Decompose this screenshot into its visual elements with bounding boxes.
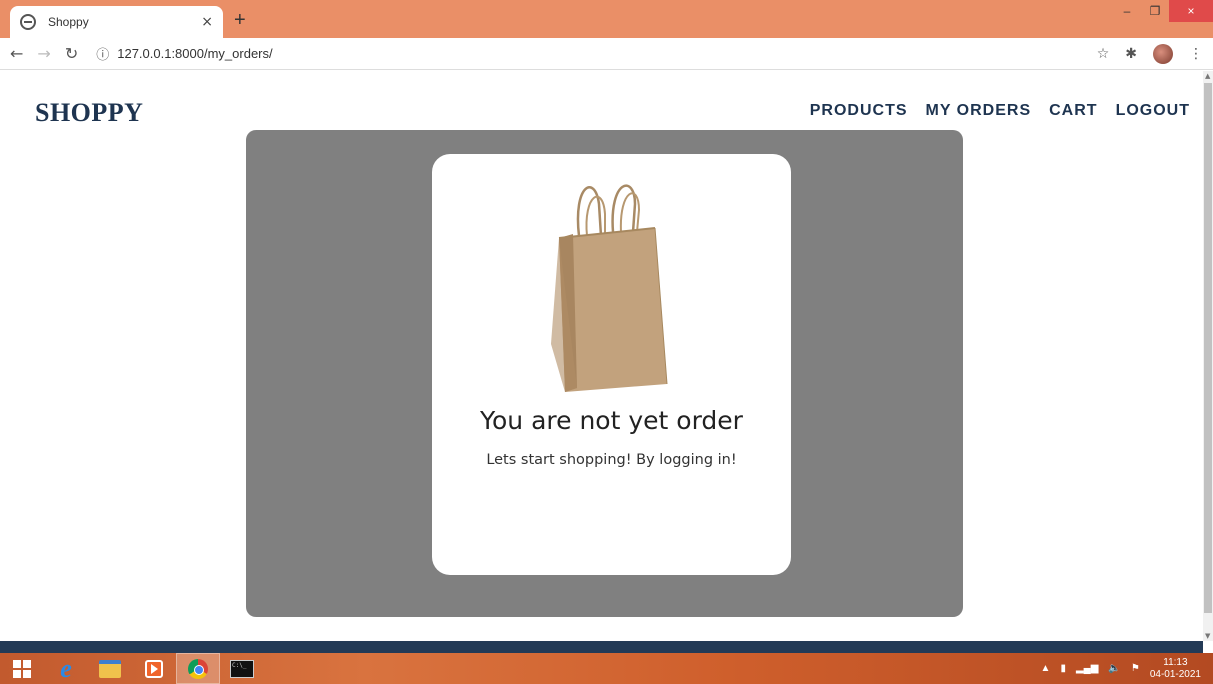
window-close-button[interactable]: × [1169,0,1213,22]
taskbar-media-player[interactable] [132,653,176,684]
start-button[interactable] [0,653,44,684]
tab-close-icon[interactable]: × [201,14,213,30]
nav-cart[interactable]: CART [1049,102,1097,120]
page-content: SHOPPY PRODUCTS MY ORDERS CART LOGOUT Yo… [0,71,1203,641]
scroll-up-icon[interactable]: ▲ [1205,73,1211,80]
scroll-down-icon[interactable]: ▼ [1205,633,1211,640]
nav-products[interactable]: PRODUCTS [810,102,908,120]
browser-toolbar: ← → ↻ ⓘ 127.0.0.1:8000/my_orders/ ☆ ✱ ⋮ [0,38,1213,70]
network-signal-icon[interactable]: ▂▄▆ [1076,663,1098,674]
volume-icon[interactable]: 🔈 [1108,663,1120,674]
media-player-icon [145,659,163,678]
os-taskbar: e C:\_ ▲ ▮ ▂▄▆ 🔈 ⚑ 11:13 04-01-2021 [0,653,1213,684]
profile-avatar[interactable] [1153,43,1173,64]
new-tab-button[interactable]: + [234,9,246,32]
clock-date: 04-01-2021 [1149,668,1201,680]
site-nav: PRODUCTS MY ORDERS CART LOGOUT [810,102,1190,120]
taskbar-internet-explorer[interactable]: e [44,653,88,684]
tray-expand-icon[interactable]: ▲ [1041,663,1051,674]
globe-icon [20,14,36,30]
command-prompt-icon: C:\_ [230,659,254,678]
system-tray: ▲ ▮ ▂▄▆ 🔈 ⚑ 11:13 04-01-2021 [1041,657,1213,681]
taskbar-clock[interactable]: 11:13 04-01-2021 [1150,657,1201,681]
info-icon[interactable]: ⓘ [96,44,109,63]
reload-icon[interactable]: ↻ [65,44,78,63]
back-arrow-icon[interactable]: ← [10,44,23,63]
site-brand[interactable]: SHOPPY [35,98,143,128]
scrollbar-thumb[interactable] [1204,83,1212,613]
browser-tab[interactable]: Shoppy × [10,6,223,38]
restore-button[interactable]: ❐ [1141,0,1169,22]
minimize-button[interactable]: – [1113,0,1141,22]
shopping-bag-icon [551,184,668,392]
folder-icon [99,659,121,678]
site-footer [0,641,1203,653]
window-controls: – ❐ × [1113,0,1213,22]
extensions-puzzle-icon[interactable]: ✱ [1125,46,1137,62]
action-center-flag-icon[interactable]: ⚑ [1131,663,1140,674]
internet-explorer-icon: e [60,653,72,683]
clock-time: 11:13 [1163,656,1188,668]
toolbar-actions: ☆ ✱ ⋮ [1097,43,1203,64]
url-text[interactable]: 127.0.0.1:8000/my_orders/ [117,46,272,61]
empty-orders-heading: You are not yet order [480,406,743,435]
nav-my-orders[interactable]: MY ORDERS [926,102,1032,120]
empty-orders-card: You are not yet order Lets start shoppin… [432,154,791,575]
taskbar-command-prompt[interactable]: C:\_ [220,653,264,684]
tab-title: Shoppy [48,15,89,29]
orders-panel: You are not yet order Lets start shoppin… [246,130,963,617]
browser-tabstrip: Shoppy × + – ❐ × [0,0,1213,38]
bookmark-star-icon[interactable]: ☆ [1097,46,1110,62]
empty-orders-message: Lets start shopping! By logging in! [486,452,737,468]
chrome-icon [188,658,208,679]
address-bar[interactable]: ⓘ 127.0.0.1:8000/my_orders/ [96,44,1096,63]
taskbar-chrome[interactable] [176,653,220,684]
taskbar-file-explorer[interactable] [88,653,132,684]
forward-arrow-icon[interactable]: → [37,44,50,63]
page-scrollbar[interactable]: ▲ ▼ [1203,71,1213,641]
menu-kebab-icon[interactable]: ⋮ [1189,46,1203,62]
battery-icon[interactable]: ▮ [1060,663,1066,674]
windows-logo-icon [13,659,31,678]
nav-logout[interactable]: LOGOUT [1116,102,1190,120]
